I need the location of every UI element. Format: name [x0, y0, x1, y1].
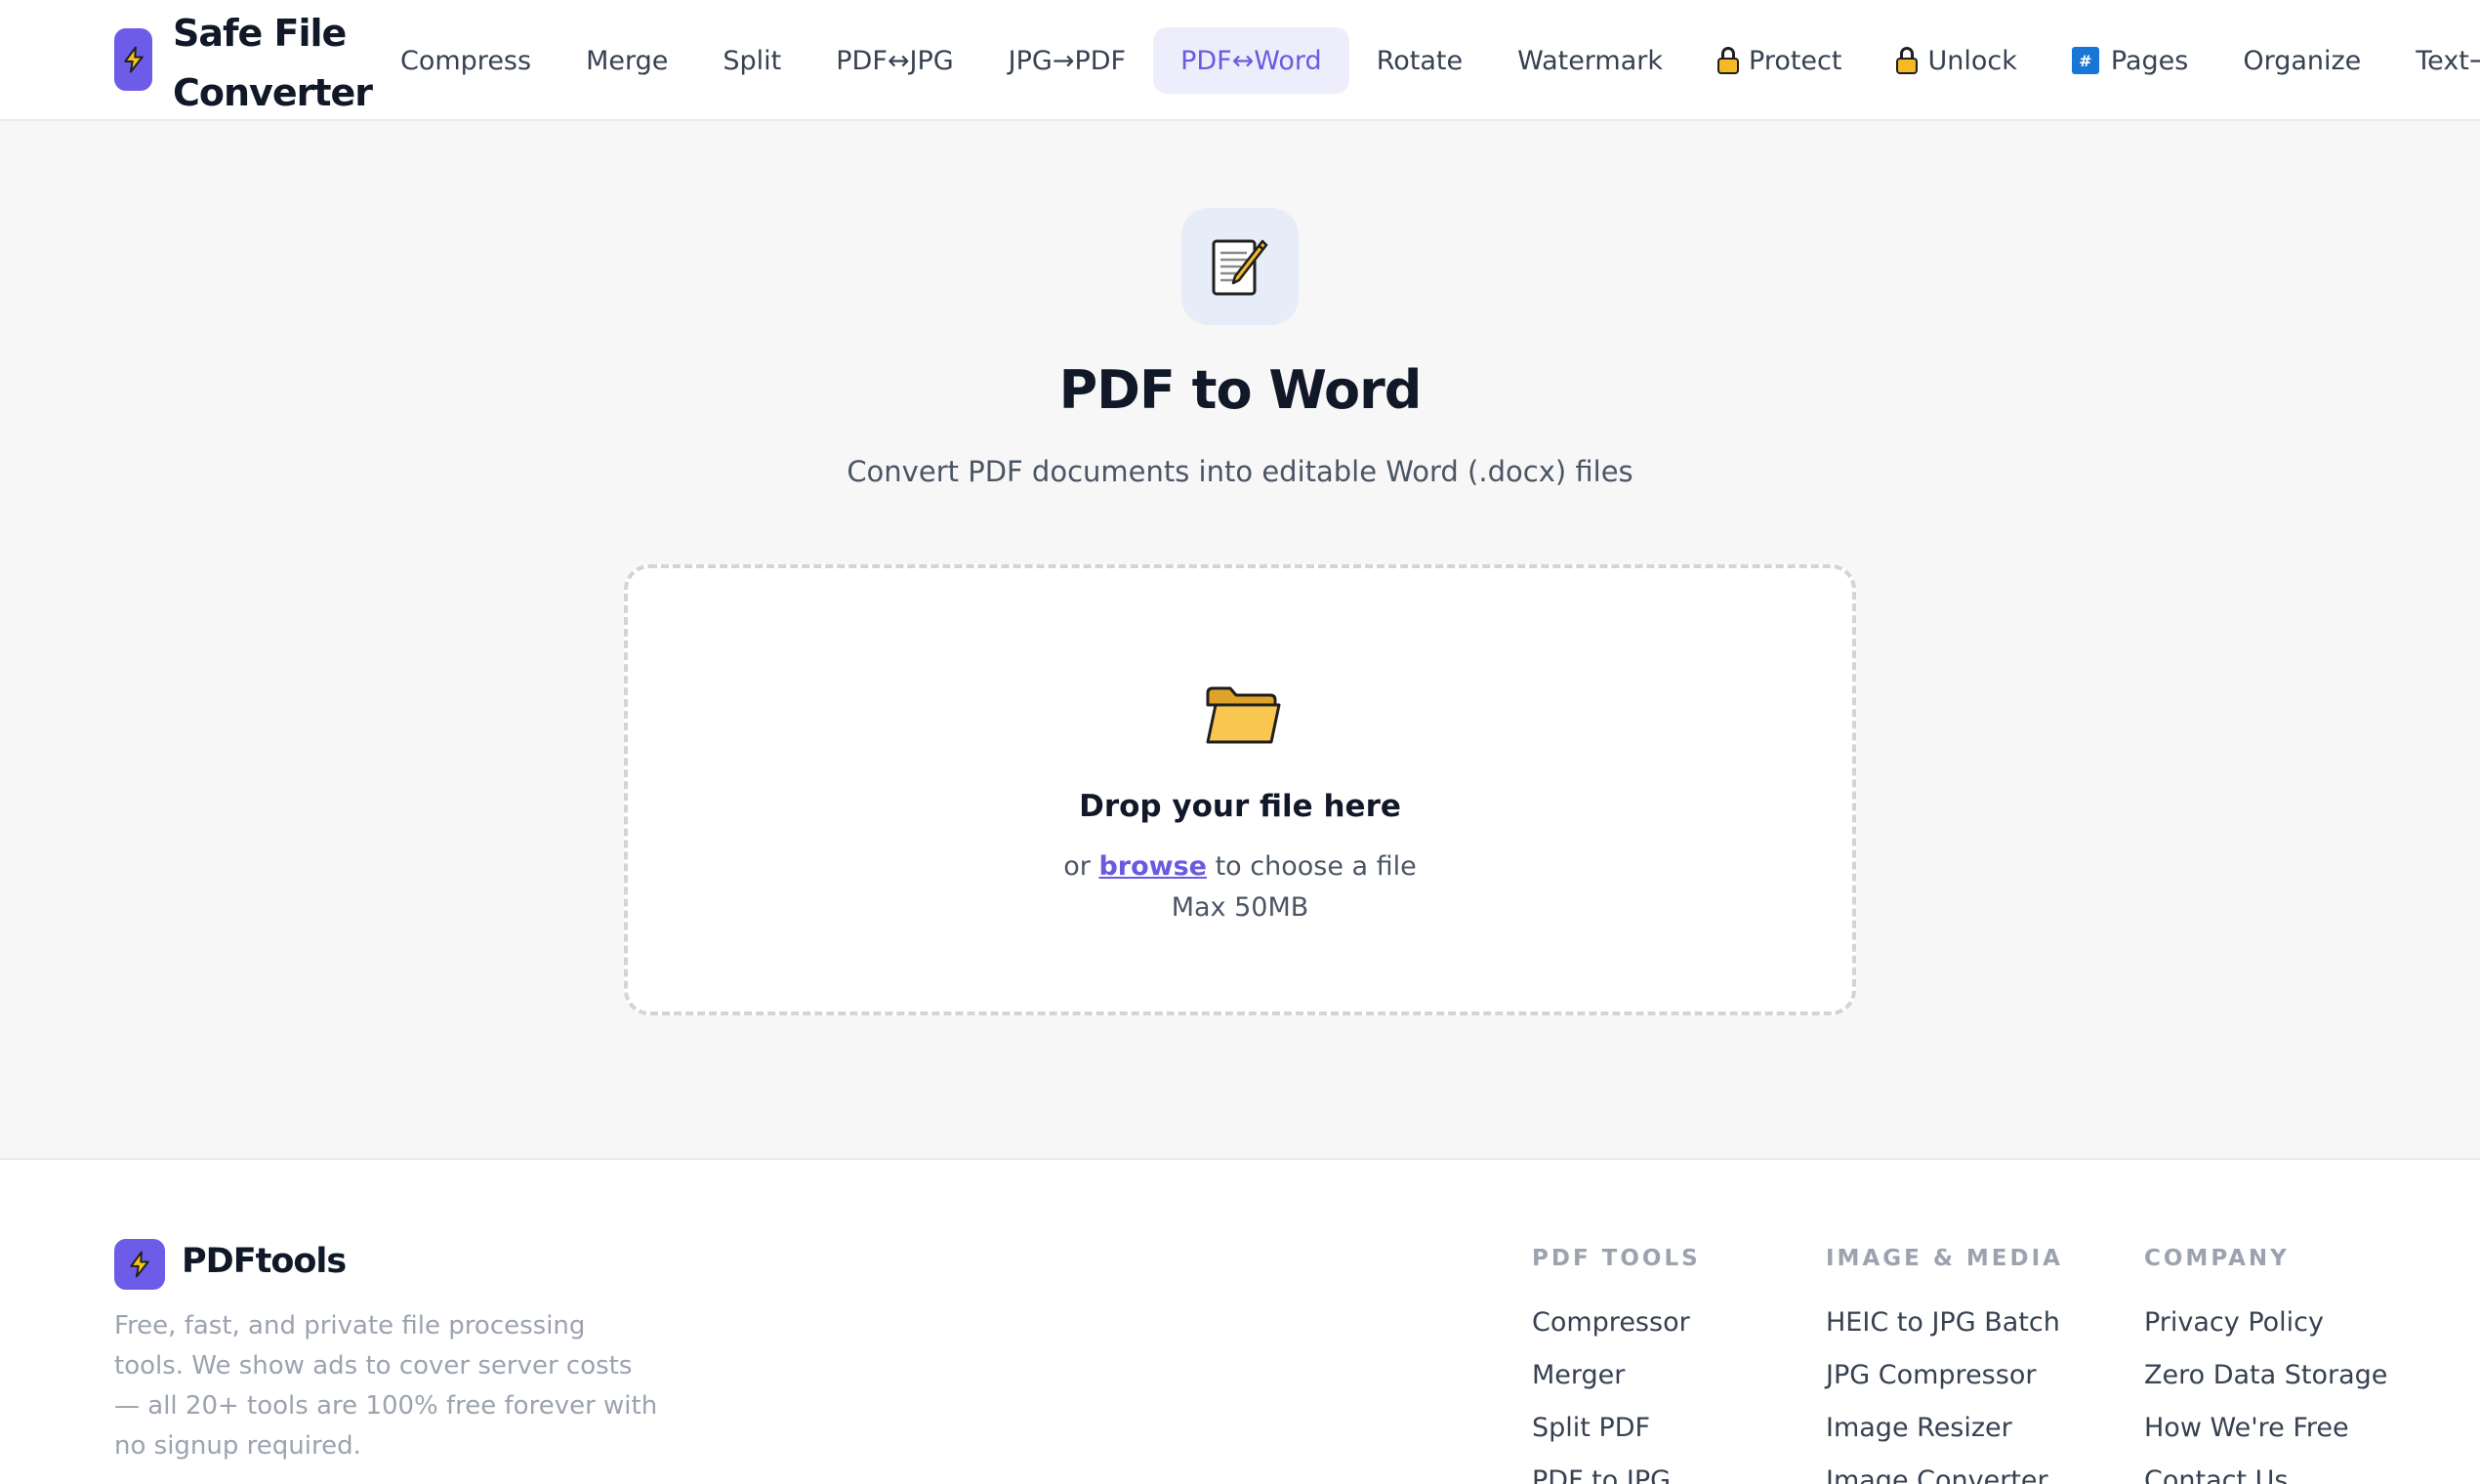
site-footer: PDFtools Free, fast, and private file pr… — [0, 1158, 2480, 1484]
nav-item-label: Split — [723, 45, 782, 76]
nav-item-label: Merge — [586, 45, 669, 76]
lock-icon — [1896, 47, 1919, 74]
lightning-icon[interactable] — [114, 28, 152, 91]
nav-item-jpg-pdf[interactable]: JPG→PDF — [981, 27, 1153, 94]
nav-item-text-pdf[interactable]: Text→PDF — [2388, 27, 2480, 94]
footer-link[interactable]: Zero Data Storage — [2144, 1349, 2387, 1402]
footer-column-image-media: IMAGE & MEDIA HEIC to JPG Batch JPG Comp… — [1826, 1240, 2063, 1484]
main-nav: Compress Merge Split PDF↔JPG JPG→PDF PDF… — [373, 27, 2480, 94]
nav-item-label: PDF↔JPG — [836, 45, 954, 76]
nav-item-watermark[interactable]: Watermark — [1490, 27, 1690, 94]
footer-link[interactable]: Image Converter — [1826, 1455, 2063, 1484]
nav-item-pages[interactable]: # Pages — [2045, 27, 2215, 94]
nav-item-pdf-jpg[interactable]: PDF↔JPG — [808, 27, 980, 94]
nav-item-label: Watermark — [1517, 45, 1664, 76]
nav-item-split[interactable]: Split — [695, 27, 808, 94]
footer-link[interactable]: PDF to JPG — [1532, 1455, 1701, 1484]
footer-column-company: COMPANY Privacy Policy Zero Data Storage… — [2144, 1240, 2387, 1484]
nav-item-label: Text→PDF — [2416, 45, 2480, 76]
nav-item-label: Protect — [1749, 45, 1842, 76]
footer-link[interactable]: How We're Free — [2144, 1402, 2387, 1455]
footer-column-title: IMAGE & MEDIA — [1826, 1246, 2063, 1271]
footer-column-pdf-tools: PDF TOOLS Compressor Merger Split PDF PD… — [1532, 1240, 1701, 1484]
footer-column-title: COMPANY — [2144, 1246, 2290, 1271]
nav-item-merge[interactable]: Merge — [558, 27, 695, 94]
footer-column-title: PDF TOOLS — [1532, 1246, 1701, 1271]
footer-link[interactable]: Compressor — [1532, 1297, 1701, 1349]
nav-item-label: Pages — [2110, 45, 2189, 76]
footer-link[interactable]: Privacy Policy — [2144, 1297, 2387, 1349]
page-title: PDF to Word — [1058, 359, 1423, 421]
footer-link[interactable]: Merger — [1532, 1349, 1701, 1402]
browse-link[interactable]: browse — [1098, 851, 1207, 882]
top-header: Safe File Converter Compress Merge Split… — [0, 0, 2480, 121]
max-size-note: Max 50MB — [1171, 892, 1309, 923]
nav-item-organize[interactable]: Organize — [2215, 27, 2388, 94]
footer-link[interactable]: Contact Us — [2144, 1455, 2387, 1484]
nav-item-unlock[interactable]: Unlock — [1869, 27, 2044, 94]
dropzone-suffix: to choose a file — [1215, 851, 1417, 882]
nav-item-label: Organize — [2243, 45, 2362, 76]
nav-item-label: Rotate — [1376, 45, 1464, 76]
footer-link[interactable]: Split PDF — [1532, 1402, 1701, 1455]
nav-item-label: JPG→PDF — [1008, 45, 1127, 76]
dropzone-instructions: or browse to choose a file — [628, 851, 1852, 882]
footer-brand[interactable]: PDFtools — [182, 1242, 347, 1281]
nav-item-pdf-word[interactable]: PDF↔Word — [1153, 27, 1349, 94]
nav-item-label: Compress — [400, 45, 532, 76]
footer-description: Free, fast, and private file processing … — [114, 1311, 658, 1461]
memo-icon — [1181, 208, 1299, 325]
nav-item-protect[interactable]: Protect — [1690, 27, 1869, 94]
footer-link[interactable]: JPG Compressor — [1826, 1349, 2063, 1402]
nav-item-rotate[interactable]: Rotate — [1349, 27, 1490, 94]
page-subtitle: Convert PDF documents into editable Word… — [847, 455, 1633, 488]
lightning-icon[interactable] — [114, 1239, 165, 1290]
dropzone-prefix: or — [1063, 851, 1091, 882]
footer-link[interactable]: Image Resizer — [1826, 1402, 2063, 1455]
nav-item-label: PDF↔Word — [1180, 45, 1322, 76]
dropzone-title: Drop your file here — [1079, 789, 1401, 824]
file-dropzone[interactable]: Drop your file here or browse to choose … — [624, 564, 1856, 1015]
nav-item-compress[interactable]: Compress — [373, 27, 558, 94]
hash-icon: # — [2071, 47, 2099, 74]
nav-item-label: Unlock — [1927, 45, 2017, 76]
footer-link[interactable]: HEIC to JPG Batch — [1826, 1297, 2063, 1349]
lock-icon — [1717, 47, 1740, 74]
folder-icon — [1204, 683, 1282, 748]
brand-name[interactable]: Safe File Converter — [173, 4, 378, 119]
